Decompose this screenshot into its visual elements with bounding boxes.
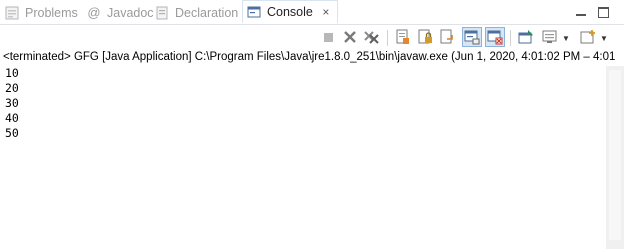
tab-javadoc[interactable]: @ Javadoc — [86, 1, 154, 24]
console-output[interactable]: 10 20 30 40 50 — [0, 66, 606, 249]
process-status-label: <terminated> GFG [Java Application] C:\P… — [3, 51, 616, 63]
minimize-icon — [576, 14, 586, 16]
chevron-down-icon[interactable]: ▼ — [600, 34, 608, 43]
pin-console-button[interactable] — [516, 27, 536, 47]
console-icon — [246, 4, 262, 20]
show-stderr-icon — [487, 30, 503, 45]
vertical-scrollbar[interactable] — [606, 66, 624, 249]
scroll-lock-button[interactable] — [415, 27, 435, 47]
new-console-icon — [580, 30, 595, 44]
chevron-down-icon[interactable]: ▼ — [562, 34, 570, 43]
remove-all-terminated-button[interactable] — [362, 27, 382, 47]
tab-declaration[interactable]: Declaration — [154, 1, 238, 24]
show-stdout-icon — [464, 30, 480, 45]
maximize-button[interactable] — [596, 5, 610, 19]
show-console-on-stdout-button[interactable] — [462, 27, 482, 47]
word-wrap-button[interactable] — [437, 27, 457, 47]
minimize-button[interactable] — [574, 5, 588, 19]
tab-problems[interactable]: Problems — [4, 1, 78, 24]
maximize-icon — [597, 6, 609, 18]
output-line: 30 — [5, 96, 19, 110]
terminate-button[interactable] — [318, 27, 338, 47]
declaration-icon — [154, 5, 170, 21]
display-selected-console-button[interactable] — [540, 27, 560, 47]
output-line: 10 — [5, 66, 19, 80]
remove-icon — [344, 31, 356, 43]
close-icon[interactable]: × — [319, 5, 333, 19]
view-tab-bar: Problems @ Javadoc Declaration Console × — [0, 0, 624, 25]
problems-icon — [4, 5, 20, 21]
remove-all-icon — [364, 31, 379, 44]
show-console-on-stderr-button[interactable] — [485, 27, 505, 47]
clear-console-button[interactable] — [393, 27, 413, 47]
open-console-button[interactable] — [578, 27, 598, 47]
output-line: 20 — [5, 81, 19, 95]
output-line: 50 — [5, 126, 19, 140]
toolbar-separator — [387, 30, 388, 46]
at-sign-icon: @ — [87, 5, 101, 20]
remove-launch-button[interactable] — [340, 27, 360, 47]
tab-label: Console — [267, 4, 313, 19]
tab-label: Declaration — [175, 5, 239, 20]
word-wrap-icon — [440, 29, 453, 44]
tab-console[interactable]: Console × — [242, 0, 338, 24]
scrollbar-thumb[interactable] — [609, 70, 621, 240]
tab-label: Problems — [25, 5, 78, 20]
stop-icon — [323, 32, 333, 42]
display-console-icon — [542, 30, 557, 43]
console-toolbar: ▼ ▼ — [0, 25, 624, 50]
output-line: 40 — [5, 111, 19, 125]
scroll-lock-icon — [418, 29, 432, 44]
toolbar-separator — [510, 30, 511, 46]
tab-label: Javadoc — [107, 5, 154, 20]
clear-console-icon — [396, 29, 409, 44]
pin-console-icon — [518, 30, 533, 44]
